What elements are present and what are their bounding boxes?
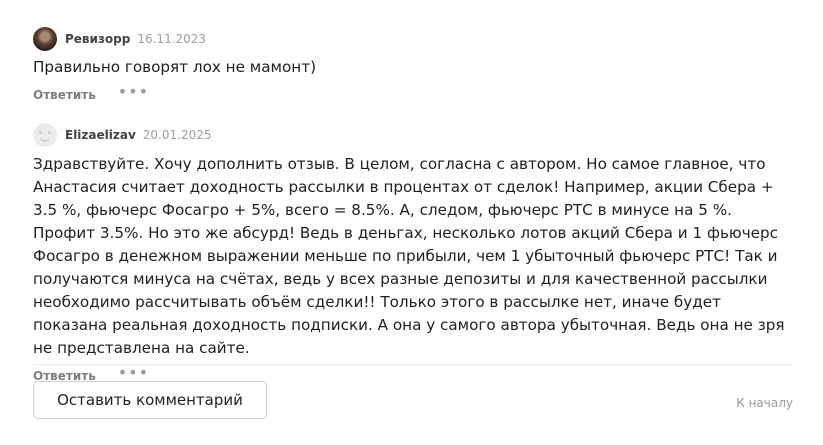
- comment-date: 20.01.2025: [142, 128, 212, 142]
- avatar[interactable]: [33, 27, 57, 51]
- comment-author[interactable]: Ревизорр: [65, 32, 130, 46]
- comment-meta: Elizaelizav 20.01.2025: [33, 122, 793, 148]
- more-options-icon[interactable]: •••: [118, 365, 149, 381]
- comment-text: Здравствуйте. Хочу дополнить отзыв. В це…: [33, 155, 785, 357]
- comment: Ревизорр 16.11.2023 Правильно говорят ло…: [33, 26, 793, 105]
- comment-meta: Ревизорр 16.11.2023: [33, 26, 793, 52]
- avatar-placeholder-icon[interactable]: [33, 123, 57, 147]
- comment-date: 16.11.2023: [137, 32, 207, 46]
- leave-comment-button[interactable]: Оставить комментарий: [33, 381, 267, 419]
- comment-actions: Ответить •••: [33, 84, 793, 105]
- comment-text: Правильно говорят лох не мамонт): [33, 58, 316, 76]
- comment-author[interactable]: Elizaelizav: [65, 128, 136, 142]
- more-options-icon[interactable]: •••: [118, 84, 149, 100]
- divider: [33, 364, 793, 365]
- comment: Elizaelizav 20.01.2025 Здравствуйте. Хоч…: [33, 122, 793, 386]
- to-top-link[interactable]: К началу: [736, 396, 793, 410]
- reply-button[interactable]: Ответить: [33, 88, 96, 102]
